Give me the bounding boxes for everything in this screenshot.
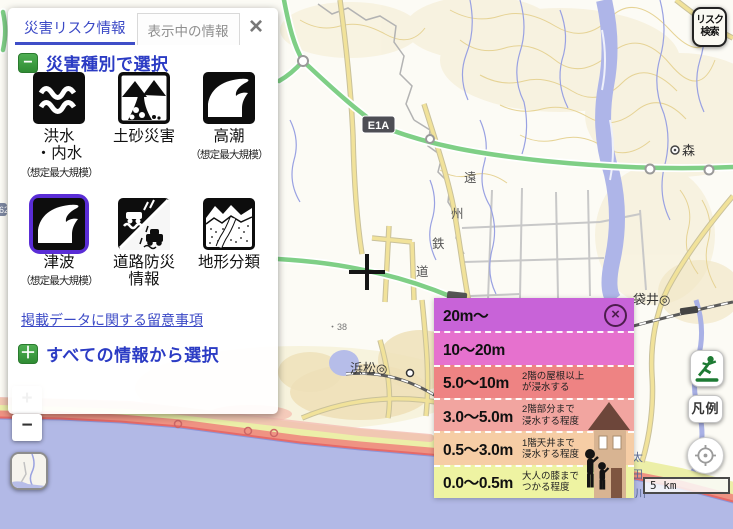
hazard-tsunami[interactable]: 津波 （想定最大規模） [20,198,98,291]
expand-plus-icon[interactable]: ＋ [18,344,38,364]
tab-disaster-risk[interactable]: 災害リスク情報 [15,12,135,45]
svg-text:鉄: 鉄 [432,236,445,251]
collapse-minus-icon[interactable]: − [18,53,38,73]
minimap-preview [12,454,46,488]
legend-row: 3.0～5.0m 2階部分まで 浸水する程度 [434,398,634,431]
hazard-map-app: 62 E1A 森 袋井◎ 浜松◎ ・38 遠 州 鉄 道 太 田 川 [0,0,733,529]
legend-row: 10～20m [434,331,634,364]
running-person-icon [692,352,722,385]
svg-text:E1A: E1A [368,120,389,132]
label-spot-height: ・38 [328,322,347,332]
svg-text:遠: 遠 [464,171,477,185]
data-notes-link[interactable]: 掲載データに関する留意事項 [21,310,203,330]
section-title-all: すべての情報から選択 [46,341,219,366]
section-select-all: ＋ すべての情報から選択 [18,341,219,366]
evacuation-site-button[interactable] [690,350,724,387]
gps-target-icon [690,440,721,471]
minimap[interactable] [10,452,48,490]
legend-close-icon[interactable]: × [604,304,627,327]
label-fukuroi: 袋井◎ [633,292,670,307]
expressway-badge: E1A [362,116,395,133]
road-disaster-icon [118,198,170,250]
storm-surge-icon [203,72,255,124]
landslide-icon [118,72,170,124]
hazard-flood[interactable]: 洪水 ・内水 （想定最大規模） [20,72,98,180]
close-icon[interactable]: × [244,16,268,40]
tsunami-depth-legend: × 20m～ 10～20m 5.0～10m 2階の屋根以上 が浸水する 3.0～… [434,298,634,498]
legend-row: 0.5～3.0m 1階天井まで 浸水する程度 [434,431,634,464]
label-mori: 森 [682,143,695,158]
hazard-road-disaster[interactable]: 道路防災 情報 [105,198,183,291]
hazard-storm-surge[interactable]: 高潮 （想定最大規模） [190,72,268,180]
risk-search-button[interactable]: リスク 検索 [692,7,727,47]
svg-text:州: 州 [451,207,464,221]
flood-icon [33,72,85,124]
label-hamamatsu: 浜松◎ [350,361,387,376]
legend-toggle-button[interactable]: 凡例 [688,395,723,423]
legend-row: 0.0～0.5m 大人の膝まで つかる程度 [434,465,634,498]
tab-displayed-info[interactable]: 表示中の情報 [137,13,240,45]
legend-row: 5.0～10m 2階の屋根以上 が浸水する [434,365,634,398]
hazard-grid-row2: 津波 （想定最大規模） [20,198,268,291]
map-scale-bar: 5 km [643,477,730,494]
tsunami-icon [29,194,89,254]
risk-info-panel: 災害リスク情報 表示中の情報 × − 災害種別で選択 洪水 ・内水 （想定最大規… [8,8,278,414]
svg-text:道: 道 [416,265,429,279]
zoom-out-button[interactable]: − [12,414,42,441]
panel-tabbar: 災害リスク情報 表示中の情報 [15,13,272,45]
current-location-button[interactable] [687,437,724,474]
hazard-landslide[interactable]: 土砂災害 [105,72,183,180]
hazard-grid-row1: 洪水 ・内水 （想定最大規模） 土砂災害 [20,72,268,180]
terrain-icon [203,198,255,250]
hazard-terrain[interactable]: 地形分類 [190,198,268,291]
